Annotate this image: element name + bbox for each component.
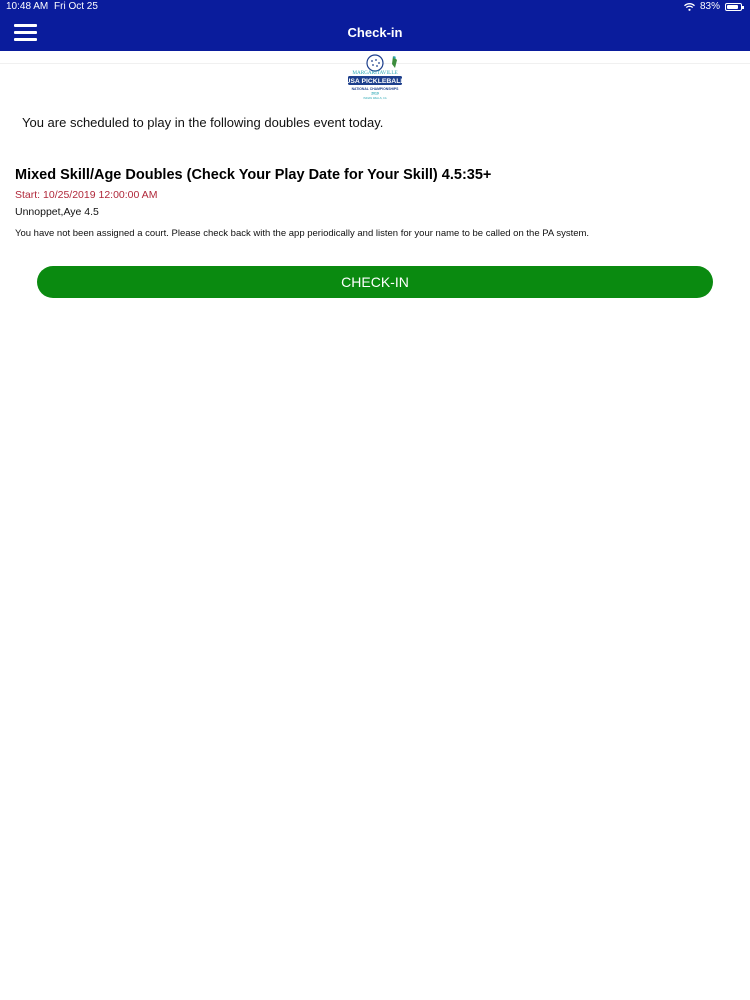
- event-start-time: Start: 10/25/2019 12:00:00 AM: [15, 189, 158, 201]
- status-right-group: 83%: [684, 0, 744, 14]
- navigation-bar: 10:48 AM Fri Oct 25 83% Check-in: [0, 0, 750, 51]
- event-players: Unnoppet,Aye 4.5: [15, 206, 99, 218]
- intro-text: You are scheduled to play in the followi…: [22, 115, 384, 130]
- check-in-button[interactable]: CHECK-IN: [37, 266, 713, 298]
- event-title: Mixed Skill/Age Doubles (Check Your Play…: [15, 167, 492, 183]
- logo-main-text: USA PICKLEBALL: [345, 78, 404, 85]
- status-bar: 10:48 AM Fri Oct 25 83%: [0, 0, 750, 14]
- logo-year-text: 2019: [371, 92, 379, 96]
- court-assignment-note: You have not been assigned a court. Plea…: [15, 228, 590, 239]
- logo-brand-text: MARGARITAVILLE: [352, 70, 397, 76]
- status-date: Fri Oct 25: [54, 1, 98, 12]
- status-time: 10:48 AM: [6, 1, 49, 12]
- wifi-icon: [684, 3, 695, 11]
- usa-pickleball-logo: MARGARITAVILLE USA PICKLEBALL NATIONAL C…: [345, 52, 405, 102]
- battery-cap: [742, 6, 744, 9]
- battery-fill: [727, 5, 738, 9]
- logo-location-text: INDIAN WELLS, CA: [363, 96, 387, 100]
- page-title: Check-in: [347, 25, 403, 40]
- logo-sub-text: NATIONAL CHAMPIONSHIPS: [352, 87, 400, 91]
- battery-percent: 83%: [699, 1, 720, 12]
- battery-icon: [725, 3, 744, 11]
